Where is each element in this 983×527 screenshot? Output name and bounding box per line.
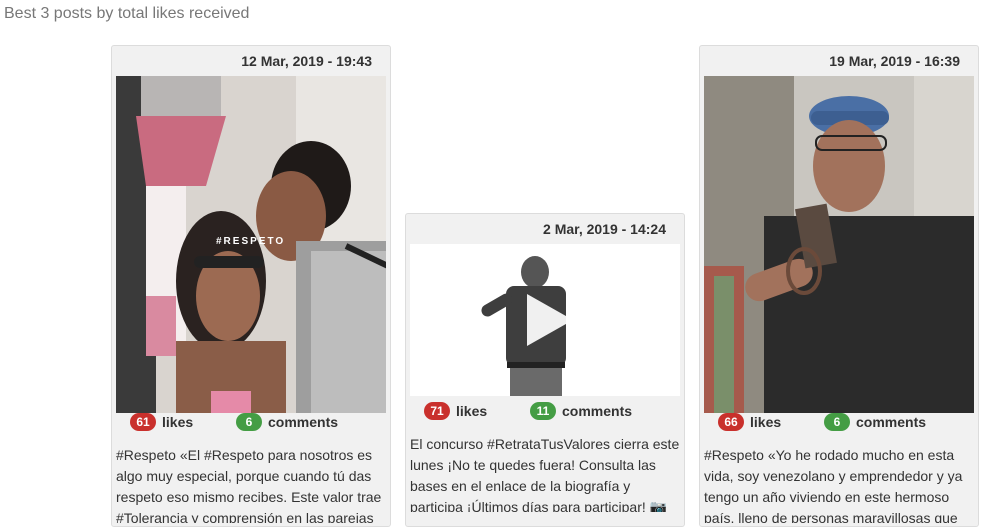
likes-label: likes [162,414,194,430]
likes-count: 71 [424,402,450,420]
comments-stat: 6 comments [824,413,926,431]
post-card-2[interactable]: 2 Mar, 2019 - 14:24 71 likes 11 comments… [405,213,685,527]
comments-stat: 11 comments [530,402,632,420]
likes-stat: 61 likes [130,413,193,431]
post-photo[interactable]: #RESPETO [116,76,386,413]
likes-stat: 71 likes [424,402,487,420]
post-card-3[interactable]: 19 Mar, 2019 - 16:39 66 likes 6 comments [699,45,979,527]
comments-count: 6 [236,413,262,431]
post-date: 12 Mar, 2019 - 19:43 [241,53,372,69]
post-card-1[interactable]: 12 Mar, 2019 - 19:43 #RESPETO 61 likes 6… [111,45,391,527]
post-caption: #Respeto «Yo he rodado mucho en esta vid… [704,447,963,523]
comments-count: 6 [824,413,850,431]
likes-label: likes [456,403,488,419]
likes-count: 61 [130,413,156,431]
post-video[interactable] [410,244,680,396]
comments-count: 11 [530,402,556,420]
man-photo [704,76,974,413]
comments-stat: 6 comments [236,413,338,431]
comments-label: comments [856,414,927,430]
post-caption: #Respeto «El #Respeto para nosotros es a… [116,447,382,523]
likes-stat: 66 likes [718,413,781,431]
post-caption: El concurso #RetrataTusValores cierra es… [410,436,680,512]
photo-overlay-text: #RESPETO [216,236,286,247]
likes-count: 66 [718,413,744,431]
comments-label: comments [562,403,633,419]
likes-label: likes [750,414,782,430]
comments-label: comments [268,414,339,430]
post-stats: 71 likes 11 comments [406,396,684,426]
post-date: 19 Mar, 2019 - 16:39 [829,53,960,69]
post-date: 2 Mar, 2019 - 14:24 [543,221,666,237]
page-heading: Best 3 posts by total likes received [4,5,250,22]
post-photo[interactable] [704,76,974,413]
play-icon[interactable] [513,288,577,352]
